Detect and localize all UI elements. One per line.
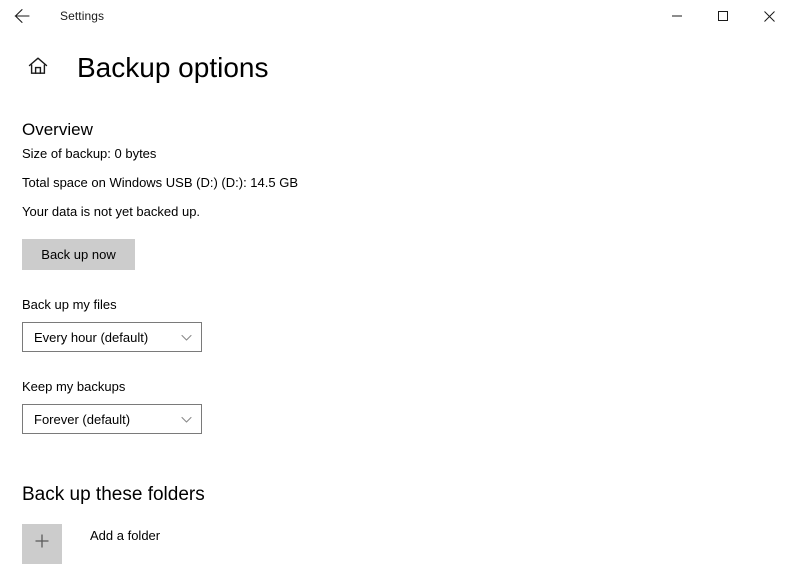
back-arrow-icon [12,6,32,26]
maximize-icon [717,10,729,22]
back-button[interactable] [2,0,42,32]
backup-status-text: Your data is not yet backed up. [22,203,762,221]
maximize-button[interactable] [700,0,746,32]
page-header: Backup options [0,48,268,88]
backup-frequency-value: Every hour (default) [34,330,148,345]
window-caption-buttons [654,0,792,32]
home-button[interactable] [16,55,60,82]
settings-content: Overview Size of backup: 0 bytes Total s… [22,118,762,564]
backup-folders-heading: Back up these folders [22,482,762,508]
back-up-now-button[interactable]: Back up now [22,239,135,270]
window-title-bar: Settings [0,0,792,32]
chevron-down-icon [180,331,193,344]
page-title: Backup options [77,48,268,88]
minimize-icon [671,10,683,22]
backup-frequency-group: Back up my files Every hour (default) [22,296,762,352]
chevron-down-icon [180,413,193,426]
minimize-button[interactable] [654,0,700,32]
add-folder-button[interactable] [22,524,62,564]
plus-icon [32,531,52,556]
window-title: Settings [60,9,104,23]
backup-frequency-dropdown[interactable]: Every hour (default) [22,322,202,352]
keep-backups-label: Keep my backups [22,378,762,396]
close-icon [763,10,776,23]
keep-backups-group: Keep my backups Forever (default) [22,378,762,434]
keep-backups-value: Forever (default) [34,412,130,427]
home-icon [27,55,49,82]
close-button[interactable] [746,0,792,32]
total-space-text: Total space on Windows USB (D:) (D:): 14… [22,174,762,192]
backup-frequency-label: Back up my files [22,296,762,314]
backup-size-text: Size of backup: 0 bytes [22,145,762,163]
overview-heading: Overview [22,118,762,142]
add-folder-row[interactable]: Add a folder [22,524,762,564]
keep-backups-dropdown[interactable]: Forever (default) [22,404,202,434]
add-folder-label: Add a folder [90,527,160,545]
